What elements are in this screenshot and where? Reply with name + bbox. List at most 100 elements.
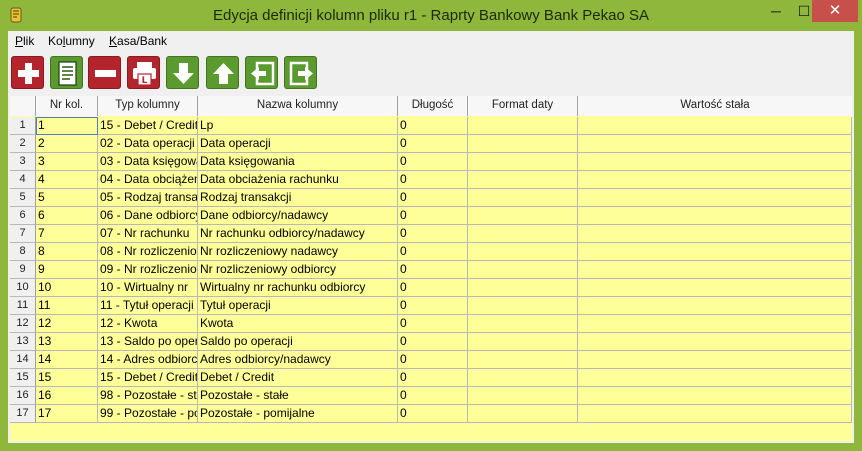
cell-wartosc-stala[interactable]	[578, 243, 852, 261]
cell-nazwa-kolumny[interactable]: Data księgowania	[198, 153, 398, 171]
cell-wartosc-stala[interactable]	[578, 315, 852, 333]
cell-format-daty[interactable]	[468, 225, 578, 243]
cell-format-daty[interactable]	[468, 351, 578, 369]
cell-dlugosc[interactable]: 0	[398, 315, 468, 333]
cell-dlugosc[interactable]: 0	[398, 333, 468, 351]
cell-wartosc-stala[interactable]	[578, 171, 852, 189]
cell-dlugosc[interactable]: 0	[398, 297, 468, 315]
cell-format-daty[interactable]	[468, 387, 578, 405]
cell-dlugosc[interactable]: 0	[398, 189, 468, 207]
cell-nazwa-kolumny[interactable]: Nr rozliczeniowy odbiorcy	[198, 261, 398, 279]
cell-nr-kol[interactable]: 2	[36, 135, 98, 153]
move-down-button[interactable]	[166, 56, 199, 89]
cell-format-daty[interactable]	[468, 297, 578, 315]
cell-typ-kolumny[interactable]: 07 - Nr rachunku	[98, 225, 198, 243]
cell-format-daty[interactable]	[468, 261, 578, 279]
cell-nazwa-kolumny[interactable]: Rodzaj transakcji	[198, 189, 398, 207]
cell-format-daty[interactable]	[468, 333, 578, 351]
cell-nr-kol[interactable]: 8	[36, 243, 98, 261]
cell-format-daty[interactable]	[468, 315, 578, 333]
table-row[interactable]: 10 10 10 - Wirtualny nr Wirtualny nr rachun…	[10, 279, 852, 297]
header-nazwa-kolumny[interactable]: Nazwa kolumny	[198, 96, 398, 116]
table-row[interactable]: 11 11 11 - Tytuł operacji Tytuł operacji 0	[10, 297, 852, 315]
menu-kasa-bank[interactable]: Kasa/Bank	[109, 34, 167, 48]
cell-dlugosc[interactable]: 0	[398, 369, 468, 387]
cell-format-daty[interactable]	[468, 369, 578, 387]
cell-nr-kol[interactable]: 16	[36, 387, 98, 405]
cell-typ-kolumny[interactable]: 99 - Pozostałe - pomijalne	[98, 405, 198, 423]
header-dlugosc[interactable]: Długość	[398, 96, 468, 116]
cell-wartosc-stala[interactable]	[578, 207, 852, 225]
cell-nazwa-kolumny[interactable]: Nr rachunku odbiorcy/nadawcy	[198, 225, 398, 243]
table-row[interactable]: 12 12 12 - Kwota Kwota 0	[10, 315, 852, 333]
menu-plik[interactable]: Plik	[15, 34, 34, 48]
cell-format-daty[interactable]	[468, 405, 578, 423]
cell-wartosc-stala[interactable]	[578, 117, 852, 135]
header-format-daty[interactable]: Format daty	[468, 96, 578, 116]
cell-nr-kol[interactable]: 11	[36, 297, 98, 315]
cell-nazwa-kolumny[interactable]: Nr rozliczeniowy nadawcy	[198, 243, 398, 261]
cell-nr-kol[interactable]: 15	[36, 369, 98, 387]
cell-dlugosc[interactable]: 0	[398, 117, 468, 135]
cell-nazwa-kolumny[interactable]: Saldo po operacji	[198, 333, 398, 351]
cell-nr-kol[interactable]: 1	[36, 117, 98, 135]
cell-nr-kol[interactable]: 9	[36, 261, 98, 279]
cell-nr-kol[interactable]: 17	[36, 405, 98, 423]
edit-button[interactable]	[50, 56, 83, 89]
table-row[interactable]: 8808 - Nr rozliczeniowyNr rozliczeniowy …	[10, 243, 852, 261]
cell-nazwa-kolumny[interactable]: Wirtualny nr rachunku odbiorcy	[198, 279, 398, 297]
cell-dlugosc[interactable]: 0	[398, 225, 468, 243]
cell-nazwa-kolumny[interactable]: Kwota	[198, 315, 398, 333]
table-row[interactable]: 2 2 02 - Data operacji Data operacji 0	[10, 135, 852, 153]
cell-nazwa-kolumny[interactable]: Dane odbiorcy/nadawcy	[198, 207, 398, 225]
table-row[interactable]: 3303 - Data księgowaniaData księgowania0	[10, 153, 852, 171]
export-button[interactable]	[284, 56, 317, 89]
table-row[interactable]: 161698 - Pozostałe - stałePozostałe - st…	[10, 387, 852, 405]
cell-nazwa-kolumny[interactable]: Adres odbiorcy/nadawcy	[198, 351, 398, 369]
table-row[interactable]: 15 15 15 - Debet / Credit Debet / Credit 0	[10, 369, 852, 387]
print-button[interactable]: L	[127, 56, 160, 89]
cell-typ-kolumny[interactable]: 05 - Rodzaj transakcji	[98, 189, 198, 207]
cell-wartosc-stala[interactable]	[578, 333, 852, 351]
cell-nazwa-kolumny[interactable]: Tytuł operacji	[198, 297, 398, 315]
cell-nazwa-kolumny[interactable]: Debet / Credit	[198, 369, 398, 387]
cell-wartosc-stala[interactable]	[578, 369, 852, 387]
cell-nr-kol[interactable]: 7	[36, 225, 98, 243]
table-row[interactable]: 6 6 06 - Dane odbiorcy Dane odbiorcy/nadawc…	[10, 207, 852, 225]
cell-wartosc-stala[interactable]	[578, 225, 852, 243]
cell-typ-kolumny[interactable]: 03 - Data księgowania	[98, 153, 198, 171]
cell-nazwa-kolumny[interactable]: Pozostałe - stałe	[198, 387, 398, 405]
cell-wartosc-stala[interactable]	[578, 261, 852, 279]
cell-nr-kol[interactable]: 12	[36, 315, 98, 333]
table-row[interactable]: 171799 - Pozostałe - pomijalnePozostałe …	[10, 405, 852, 423]
cell-typ-kolumny[interactable]: 15 - Debet / Credit	[98, 117, 198, 135]
cell-format-daty[interactable]	[468, 135, 578, 153]
cell-wartosc-stala[interactable]	[578, 279, 852, 297]
cell-dlugosc[interactable]: 0	[398, 171, 468, 189]
cell-format-daty[interactable]	[468, 243, 578, 261]
table-row[interactable]: 9909 - Nr rozliczeniowyNr rozliczeniowy …	[10, 261, 852, 279]
import-button[interactable]	[245, 56, 278, 89]
cell-typ-kolumny[interactable]: 08 - Nr rozliczeniowy	[98, 243, 198, 261]
delete-button[interactable]	[88, 56, 121, 89]
cell-nazwa-kolumny[interactable]: Data operacji	[198, 135, 398, 153]
cell-dlugosc[interactable]: 0	[398, 135, 468, 153]
add-button[interactable]	[11, 56, 44, 89]
cell-nazwa-kolumny[interactable]: Pozostałe - pomijalne	[198, 405, 398, 423]
cell-wartosc-stala[interactable]	[578, 405, 852, 423]
cell-nr-kol[interactable]: 14	[36, 351, 98, 369]
minimize-button[interactable]: ─	[762, 0, 790, 22]
cell-wartosc-stala[interactable]	[578, 351, 852, 369]
cell-dlugosc[interactable]: 0	[398, 387, 468, 405]
cell-dlugosc[interactable]: 0	[398, 279, 468, 297]
cell-nr-kol[interactable]: 10	[36, 279, 98, 297]
cell-format-daty[interactable]	[468, 117, 578, 135]
cell-format-daty[interactable]	[468, 207, 578, 225]
cell-typ-kolumny[interactable]: 10 - Wirtualny nr	[98, 279, 198, 297]
cell-dlugosc[interactable]: 0	[398, 243, 468, 261]
cell-dlugosc[interactable]: 0	[398, 261, 468, 279]
cell-typ-kolumny[interactable]: 14 - Adres odbiorcy	[98, 351, 198, 369]
columns-grid[interactable]: Nr kol. Typ kolumny Nazwa kolumny Długoś…	[10, 96, 852, 441]
cell-nr-kol[interactable]: 6	[36, 207, 98, 225]
cell-typ-kolumny[interactable]: 09 - Nr rozliczeniowy	[98, 261, 198, 279]
